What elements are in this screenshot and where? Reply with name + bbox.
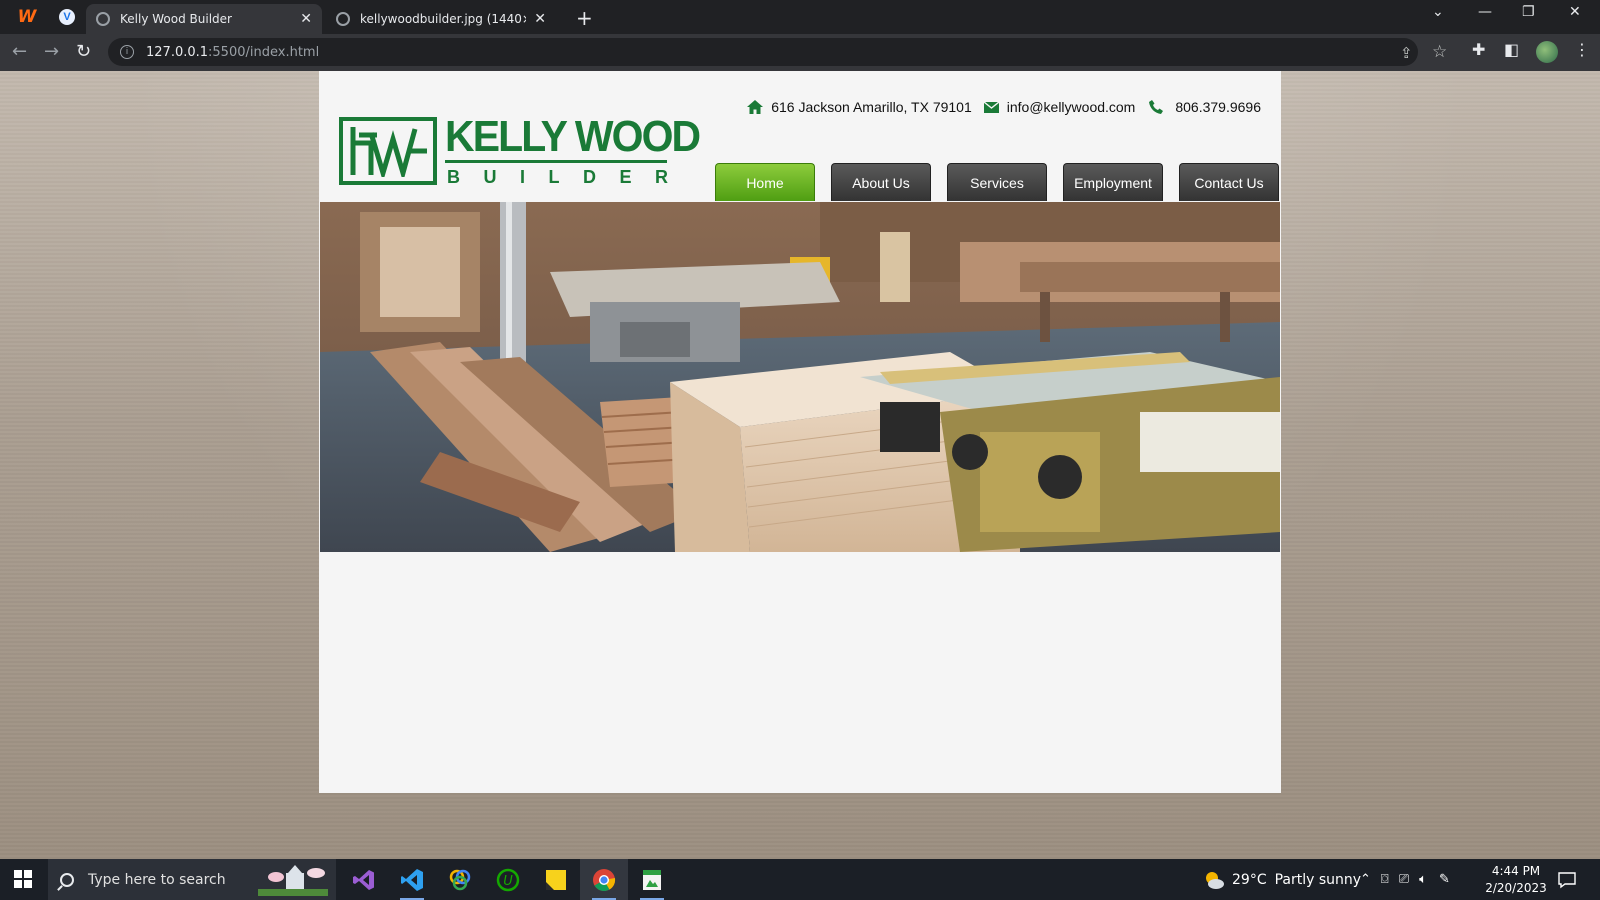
- weather-widget[interactable]: 29°C Partly sunny: [1202, 859, 1361, 900]
- close-tab-icon[interactable]: ✕: [300, 11, 312, 27]
- brand-name: KELLY WOOD: [445, 112, 701, 161]
- bookmark-star-icon[interactable]: ☆: [1432, 42, 1447, 62]
- color-circles-app-icon[interactable]: [436, 859, 484, 900]
- browser-toolbar: ← → ↻ i 127.0.0.1:5500/index.html ⇪ ☆ ✚ …: [0, 34, 1600, 71]
- network-icon[interactable]: ⎚: [1399, 872, 1409, 887]
- site-info-icon[interactable]: i: [120, 45, 134, 59]
- tab-title: Kelly Wood Builder: [120, 12, 232, 26]
- image-viewer-icon[interactable]: [628, 859, 676, 900]
- address-text: 616 Jackson Amarillo, TX 79101: [771, 99, 972, 115]
- search-icon: [60, 872, 74, 887]
- brand-subtitle: BUILDER: [447, 167, 692, 187]
- taskbar-search-box[interactable]: Type here to search: [48, 859, 336, 900]
- globe-icon: [336, 12, 350, 26]
- pinned-tab-v-icon[interactable]: V: [52, 4, 82, 30]
- url-path: :5500/index.html: [208, 44, 320, 60]
- chrome-icon[interactable]: [580, 859, 628, 900]
- browser-tab-strip: W V Kelly Wood Builder ✕ kellywoodbuilde…: [0, 0, 1600, 34]
- notifications-icon[interactable]: [1558, 859, 1576, 900]
- close-window-button[interactable]: ✕: [1569, 4, 1581, 20]
- partly-sunny-icon: [1206, 871, 1224, 889]
- upwork-icon[interactable]: U: [484, 859, 532, 900]
- pinned-tab-w-icon[interactable]: W: [12, 4, 42, 30]
- kelly-wood-logo[interactable]: KELLY WOOD BUILDER: [339, 113, 701, 187]
- share-icon[interactable]: ⇪: [1400, 44, 1413, 62]
- email-link[interactable]: info@kellywood.com: [1007, 99, 1136, 115]
- taskbar-search-placeholder: Type here to search: [88, 871, 226, 888]
- reload-button[interactable]: ↻: [76, 41, 91, 62]
- search-highlight-image: [258, 863, 328, 896]
- volume-icon[interactable]: 🔈︎: [1419, 872, 1427, 887]
- restore-button[interactable]: ❐: [1522, 4, 1535, 20]
- new-tab-button[interactable]: +: [576, 6, 593, 30]
- home-icon: [747, 100, 764, 114]
- globe-icon: [96, 12, 110, 26]
- email-item[interactable]: info@kellywood.com: [983, 99, 1136, 115]
- menu-kebab-icon[interactable]: ⋮: [1574, 40, 1590, 59]
- svg-text:U: U: [503, 874, 513, 889]
- nav-contact-us[interactable]: Contact Us: [1179, 163, 1279, 201]
- meet-now-icon[interactable]: ⌼: [1381, 872, 1389, 887]
- profile-avatar[interactable]: [1536, 41, 1558, 63]
- weather-text: Partly sunny: [1274, 871, 1362, 888]
- tab-title: kellywoodbuilder.jpg (1440×870): [360, 12, 526, 26]
- nav-about-us[interactable]: About Us: [831, 163, 931, 201]
- contact-bar: 616 Jackson Amarillo, TX 79101 info@kell…: [747, 99, 1261, 115]
- weather-temp: 29°C: [1232, 871, 1267, 888]
- address-item: 616 Jackson Amarillo, TX 79101: [747, 99, 972, 115]
- show-hidden-icons-chevron-icon[interactable]: ⌃: [1360, 872, 1371, 887]
- nav-services[interactable]: Services: [947, 163, 1047, 201]
- address-bar[interactable]: i 127.0.0.1:5500/index.html ⇪ ☆: [108, 38, 1447, 66]
- url-host: 127.0.0.1: [146, 44, 209, 60]
- nav-employment[interactable]: Employment: [1063, 163, 1163, 201]
- clock-date: 2/20/2023: [1485, 880, 1547, 895]
- sticky-notes-icon[interactable]: [532, 859, 580, 900]
- minimize-button[interactable]: —: [1478, 4, 1492, 20]
- close-tab-icon[interactable]: ✕: [534, 11, 546, 27]
- brand-divider: [445, 160, 667, 163]
- phone-link[interactable]: 806.379.9696: [1175, 99, 1261, 115]
- hero-workshop-image: [320, 202, 1280, 552]
- side-panel-icon[interactable]: ◧: [1504, 40, 1519, 59]
- clock-time: 4:44 PM: [1491, 863, 1541, 878]
- tab-search-chevron-icon[interactable]: ⌄: [1432, 4, 1444, 20]
- tab-kelly-wood-builder[interactable]: Kelly Wood Builder ✕: [86, 4, 322, 34]
- system-tray: ⌃ ⌼ ⎚ 🔈︎ ✎: [1360, 859, 1450, 900]
- windows-taskbar: Type here to search U 29°C Partly sunny …: [0, 859, 1600, 900]
- phone-icon: [1149, 100, 1164, 114]
- envelope-icon: [983, 101, 999, 113]
- clock[interactable]: 4:44 PM 2/20/2023: [1485, 859, 1547, 900]
- windows-start-icon[interactable]: [14, 870, 32, 888]
- extensions-puzzle-icon[interactable]: ✚: [1472, 40, 1485, 59]
- vs-code-icon[interactable]: [388, 859, 436, 900]
- page-viewport: KELLY WOOD BUILDER 616 Jackson Amarillo,…: [0, 71, 1600, 859]
- pen-workspace-icon[interactable]: ✎: [1439, 872, 1450, 887]
- tab-kellywoodbuilder-jpg[interactable]: kellywoodbuilder.jpg (1440×870) ✕: [326, 4, 556, 34]
- nav-home[interactable]: Home: [715, 163, 815, 201]
- phone-item[interactable]: 806.379.9696: [1149, 99, 1261, 115]
- main-nav: Home About Us Services Employment Contac…: [715, 163, 1279, 201]
- back-button[interactable]: ←: [12, 41, 27, 62]
- visual-studio-icon[interactable]: [340, 859, 388, 900]
- address-url[interactable]: 127.0.0.1:5500/index.html: [146, 45, 319, 60]
- kw-monogram-icon: [339, 117, 437, 185]
- forward-button[interactable]: →: [44, 41, 59, 62]
- site-container: KELLY WOOD BUILDER 616 Jackson Amarillo,…: [319, 71, 1281, 793]
